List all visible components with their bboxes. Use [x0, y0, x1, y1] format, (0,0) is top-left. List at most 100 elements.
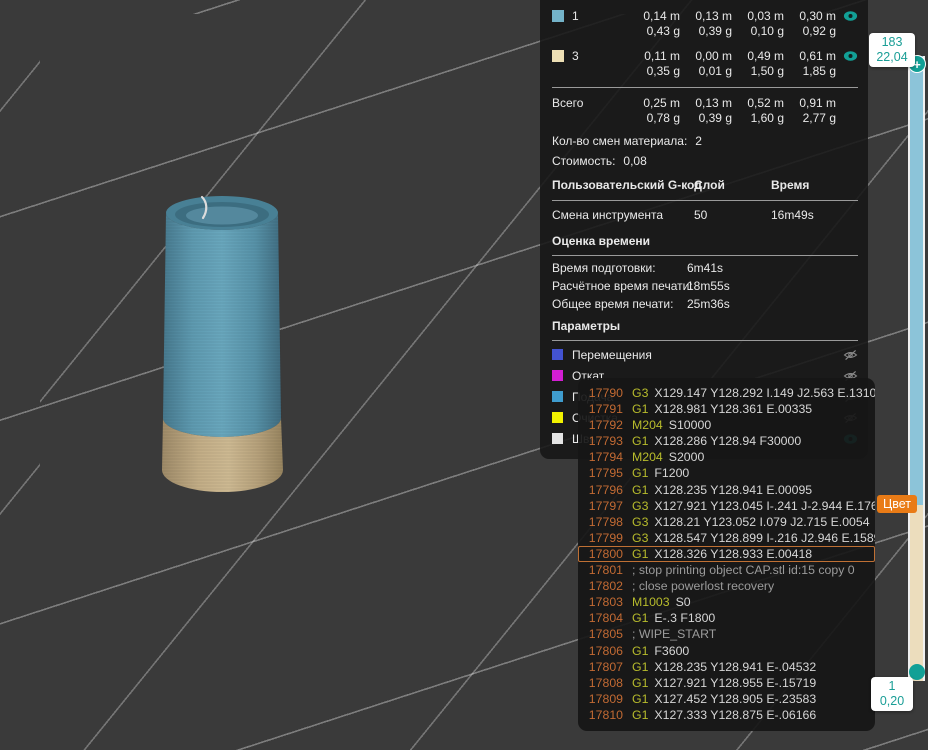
- usage-length: 0,91 m: [784, 96, 836, 111]
- gcode-line-number: 17798: [586, 514, 623, 530]
- gcode-command: G1: [632, 691, 648, 707]
- gcode-line[interactable]: 17795G1F1200: [578, 465, 875, 481]
- filament-usage-cell: 0,25 m0,78 g: [628, 96, 680, 126]
- gcode-args: X127.921 Y123.045 I-.241 J-2.944 E.17653: [654, 498, 875, 514]
- gcode-line-number: 17799: [586, 530, 623, 546]
- filament-usage-cell: 0,91 m2,77 g: [784, 96, 836, 126]
- gcode-command: G3: [632, 530, 648, 546]
- gcode-line[interactable]: 17806G1F3600: [578, 643, 875, 659]
- filament-usage-cell: 0,11 m0,35 g: [628, 49, 680, 79]
- gcode-line[interactable]: 17793G1X128.286 Y128.94 F30000: [578, 433, 875, 449]
- filament-usage-cell: 0,00 m0,01 g: [680, 49, 732, 79]
- legend-label: Перемещения: [572, 348, 843, 362]
- gcode-command: G1: [632, 643, 648, 659]
- gcode-line[interactable]: 17796G1X128.235 Y128.941 E.00095: [578, 482, 875, 498]
- usage-weight: 0,35 g: [628, 64, 680, 79]
- usage-weight: 2,77 g: [784, 111, 836, 126]
- material-changes-value: 2: [695, 134, 702, 148]
- gcode-line-number: 17793: [586, 433, 623, 449]
- gcode-args: S0: [676, 594, 691, 610]
- filament-usage-table: 10,14 m0,43 g0,13 m0,39 g0,03 m0,10 g0,3…: [552, 4, 858, 84]
- gcode-comment: ; WIPE_START: [632, 626, 716, 642]
- gcode-command: G1: [632, 610, 648, 626]
- gcode-command: G1: [632, 401, 648, 417]
- filament-usage-cell: 0,49 m1,50 g: [732, 49, 784, 79]
- usage-weight: 1,85 g: [784, 64, 836, 79]
- gcode-args: F1200: [654, 465, 689, 481]
- color-change-badge[interactable]: Цвет: [877, 495, 917, 513]
- gcode-args: S10000: [669, 417, 711, 433]
- layer-slider-track[interactable]: [908, 56, 925, 681]
- legend-color-swatch: [552, 433, 563, 444]
- gcode-args: X128.21 Y123.052 I.079 J2.715 E.0054: [654, 514, 869, 530]
- top-layer-height: 22,04: [873, 50, 911, 65]
- gcode-line[interactable]: 17802; close powerlost recovery: [578, 578, 875, 594]
- gcode-line[interactable]: 17803M1003S0: [578, 594, 875, 610]
- gcode-line-number: 17792: [586, 417, 623, 433]
- time-row-label: Время подготовки:: [552, 261, 687, 275]
- material-changes-row: Кол-во смен материала: 2: [552, 131, 858, 151]
- time-row-label: Расчётное время печати:: [552, 279, 687, 293]
- gcode-command: G1: [632, 675, 648, 691]
- gcode-line-number: 17806: [586, 643, 623, 659]
- gcode-line[interactable]: 17800 G1 X128.326 Y128.933 E.00418: [578, 546, 875, 562]
- gcode-line-number: 17800: [586, 546, 623, 562]
- visibility-on-icon[interactable]: [843, 10, 858, 22]
- material-changes-label: Кол-во смен материала:: [552, 134, 687, 148]
- model-layer-texture: [162, 213, 283, 492]
- gcode-line-number: 17791: [586, 401, 623, 417]
- filament-usage-cell: 0,03 m0,10 g: [732, 9, 784, 39]
- gcode-line[interactable]: 17810G1X127.333 Y128.875 E-.06166: [578, 707, 875, 723]
- gcode-line[interactable]: 17791G1X128.981 Y128.361 E.00335: [578, 401, 875, 417]
- gcode-line[interactable]: 17797G3X127.921 Y123.045 I-.241 J-2.944 …: [578, 498, 875, 514]
- gcode-line[interactable]: 17809G1X127.452 Y128.905 E-.23583: [578, 691, 875, 707]
- gcode-args: X128.286 Y128.94 F30000: [654, 433, 801, 449]
- time-row-value: 6m41s: [687, 261, 723, 275]
- gcode-line-number: 17804: [586, 610, 623, 626]
- divider: [552, 87, 858, 88]
- gcode-args: X128.326 Y128.933 E.00418: [654, 546, 812, 562]
- time-estimate-row: Расчётное время печати:18m55s: [552, 277, 858, 295]
- usage-length: 0,13 m: [680, 96, 732, 111]
- gcode-line[interactable]: 17808G1X127.921 Y128.955 E-.15719: [578, 675, 875, 691]
- filament-row: 10,14 m0,43 g0,13 m0,39 g0,03 m0,10 g0,3…: [552, 4, 858, 44]
- gcode-line[interactable]: 17790G3X129.147 Y128.292 I.149 J2.563 E.…: [578, 385, 875, 401]
- divider: [552, 255, 858, 256]
- gcode-command: G1: [632, 546, 648, 562]
- printed-model[interactable]: [150, 185, 300, 505]
- layer-slider-bottom-tooltip: 1 0,20: [871, 677, 913, 711]
- total-label: Всего: [552, 96, 628, 110]
- gcode-args: X127.921 Y128.955 E-.15719: [654, 675, 816, 691]
- gcode-line[interactable]: 17794M204S2000: [578, 449, 875, 465]
- visibility-on-icon[interactable]: [843, 50, 858, 62]
- layer-slider-top-tooltip: 183 22,04: [869, 33, 915, 67]
- divider: [552, 340, 858, 341]
- tool-change-label: Смена инструмента: [552, 208, 694, 222]
- visibility-off-icon[interactable]: [843, 349, 858, 361]
- legend-color-swatch: [552, 349, 563, 360]
- gcode-line[interactable]: 17798G3X128.21 Y123.052 I.079 J2.715 E.0…: [578, 514, 875, 530]
- model-top-opening: [166, 196, 278, 230]
- gcode-line-number: 17797: [586, 498, 623, 514]
- gcode-line[interactable]: 17805; WIPE_START: [578, 626, 875, 642]
- usage-length: 0,13 m: [680, 9, 732, 24]
- gcode-line[interactable]: 17807G1X128.235 Y128.941 E-.04532: [578, 659, 875, 675]
- gcode-args: X128.547 Y128.899 I-.216 J2.946 E.15895: [654, 530, 875, 546]
- bottom-layer-number: 1: [875, 679, 909, 694]
- gcode-line[interactable]: 17799 G3 X128.547 Y128.899 I-.216 J2.946 E…: [578, 530, 875, 546]
- filament-id: 1: [572, 9, 628, 23]
- usage-length: 0,49 m: [732, 49, 784, 64]
- top-layer-number: 183: [873, 35, 911, 50]
- legend-color-swatch: [552, 391, 563, 402]
- usage-length: 0,30 m: [784, 9, 836, 24]
- custom-gcode-header: Пользовательский G-код Слой Время: [552, 171, 858, 197]
- gcode-line[interactable]: 17804G1E-.3 F1800: [578, 610, 875, 626]
- gcode-viewer-panel[interactable]: 17790G3X129.147 Y128.292 I.149 J2.563 E.…: [578, 378, 875, 731]
- gcode-line[interactable]: 17801; stop printing object CAP.stl id:1…: [578, 562, 875, 578]
- usage-weight: 0,92 g: [784, 24, 836, 39]
- time-row-value: 18m55s: [687, 279, 730, 293]
- gcode-line-number: 17794: [586, 449, 623, 465]
- bottom-layer-height: 0,20: [875, 694, 909, 709]
- options-title: Параметры: [552, 313, 858, 337]
- gcode-line[interactable]: 17792M204S10000: [578, 417, 875, 433]
